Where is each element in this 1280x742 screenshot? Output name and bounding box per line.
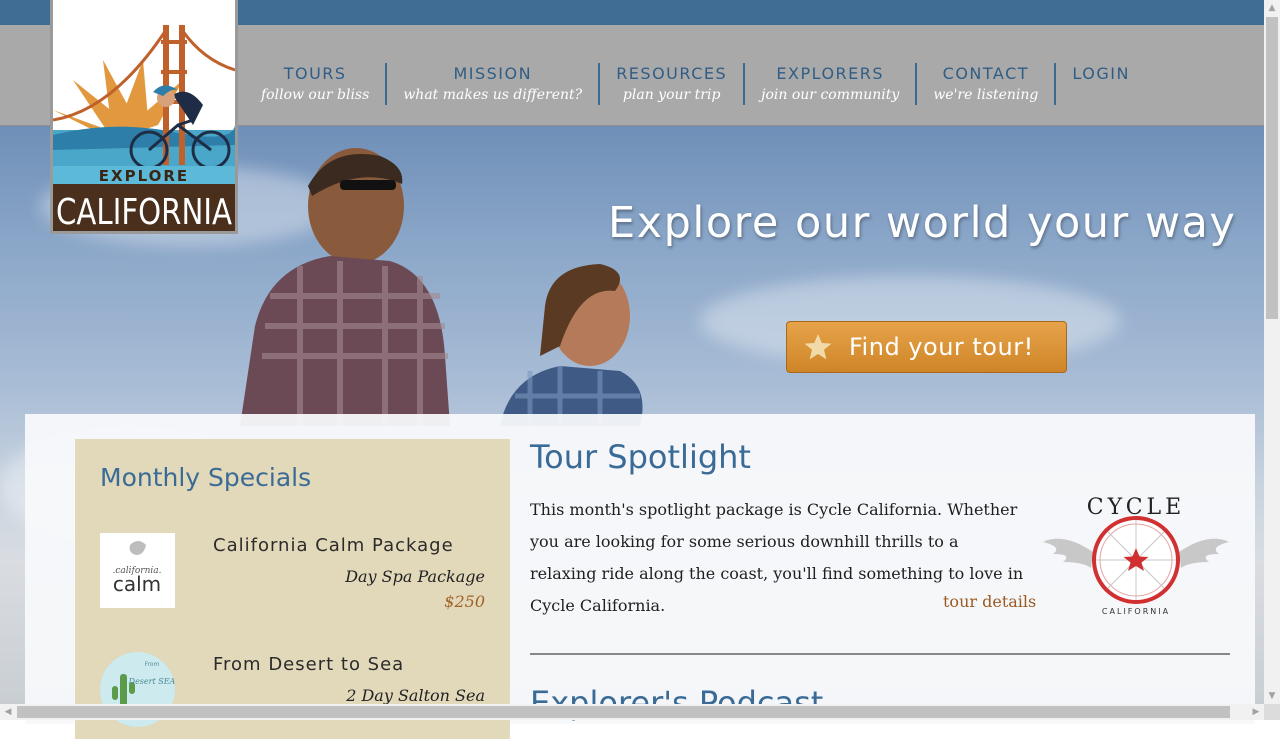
nav-login-title: LOGIN (1072, 64, 1130, 83)
hero-headline: Explore our world your way (608, 198, 1237, 248)
special-item: .california. calm California Calm Packag… (100, 533, 485, 623)
scroll-down-icon[interactable]: ▼ (1264, 688, 1280, 704)
monthly-specials-box: Monthly Specials .california. calm Calif… (75, 439, 510, 739)
scroll-up-icon[interactable]: ▲ (1264, 0, 1280, 16)
nav-mission-title: MISSION (453, 64, 533, 83)
nav-explorers-subtitle: join our community (761, 87, 900, 103)
monthly-specials-title: Monthly Specials (100, 463, 312, 492)
special-item: From Desert SEA From Desert to Sea 2 Day… (100, 652, 485, 742)
svg-text:CALIFORNIA: CALIFORNIA (1102, 607, 1170, 616)
special-description: 2 Day Salton Sea (346, 686, 485, 705)
svg-text:calm: calm (113, 572, 161, 596)
svg-text:Desert SEA: Desert SEA (128, 677, 175, 686)
nav-explorers[interactable]: EXPLORERS join our community (745, 63, 918, 105)
nav-resources-subtitle: plan your trip (622, 87, 721, 103)
content-panel: Monthly Specials .california. calm Calif… (25, 414, 1255, 739)
nav-resources[interactable]: RESOURCES plan your trip (600, 63, 746, 105)
find-your-tour-button[interactable]: Find your tour! (786, 321, 1067, 373)
nav-tours[interactable]: TOURS follow our bliss (245, 63, 388, 105)
section-divider (530, 653, 1230, 655)
vertical-scroll-thumb[interactable] (1266, 17, 1278, 319)
nav-tours-subtitle: follow our bliss (261, 87, 370, 103)
nav-contact-subtitle: we're listening (933, 87, 1039, 103)
nav-contact[interactable]: CONTACT we're listening (917, 63, 1057, 105)
nav-explorers-title: EXPLORERS (776, 64, 885, 83)
special-name[interactable]: From Desert to Sea (213, 654, 404, 675)
special-description: Day Spa Package (345, 567, 485, 586)
cycle-california-logo-icon[interactable]: CYCLE CALIFORNIA (1043, 492, 1229, 618)
svg-text:EXPLORE: EXPLORE (99, 167, 189, 185)
nav-login[interactable]: LOGIN (1056, 63, 1146, 105)
tour-details-link[interactable]: tour details (943, 592, 1036, 611)
golden-gate-logo-icon: EXPLORE CALIFORNIA (53, 0, 235, 231)
nav-mission[interactable]: MISSION what makes us different? (387, 63, 601, 105)
tour-spotlight-title: Tour Spotlight (530, 438, 751, 476)
svg-text:CYCLE: CYCLE (1087, 495, 1185, 520)
scroll-right-icon[interactable]: ▶ (1248, 704, 1264, 720)
explore-california-logo[interactable]: EXPLORE CALIFORNIA (50, 0, 238, 234)
calm-logo-icon: .california. calm (100, 533, 175, 608)
scroll-left-icon[interactable]: ◀ (0, 704, 16, 720)
main-navigation: TOURS follow our bliss MISSION what make… (245, 63, 1146, 107)
nav-mission-subtitle: what makes us different? (403, 87, 583, 103)
svg-text:From: From (145, 661, 160, 668)
horizontal-scroll-thumb[interactable] (17, 706, 1230, 718)
special-price: $250 (444, 592, 485, 611)
nav-resources-title: RESOURCES (616, 64, 728, 83)
find-your-tour-label: Find your tour! (849, 333, 1034, 361)
star-icon (804, 334, 832, 360)
nav-tours-title: TOURS (283, 64, 347, 83)
special-name[interactable]: California Calm Package (213, 535, 454, 556)
nav-contact-title: CONTACT (942, 64, 1030, 83)
scrollbar-corner (1264, 704, 1280, 720)
svg-text:CALIFORNIA: CALIFORNIA (56, 192, 232, 231)
california-calm-thumbnail[interactable]: .california. calm (100, 533, 175, 608)
